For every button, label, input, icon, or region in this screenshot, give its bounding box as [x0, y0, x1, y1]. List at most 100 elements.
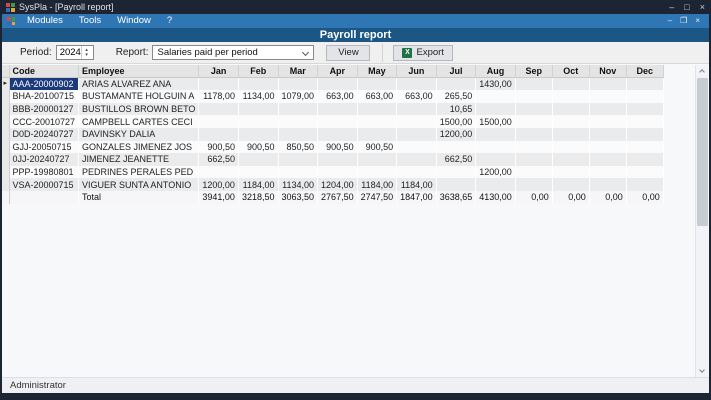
cell-code[interactable]: D0D-20240727 [9, 127, 80, 141]
row-selector[interactable] [2, 165, 10, 179]
cell-month-value[interactable] [552, 77, 590, 91]
column-header-jun[interactable]: Jun [396, 65, 437, 79]
minimize-icon[interactable]: – [669, 0, 674, 14]
export-button[interactable]: X Export [393, 44, 453, 61]
cell-month-value[interactable] [552, 90, 590, 103]
cell-month-value[interactable]: 1178,00 [198, 90, 239, 103]
cell-month-value[interactable]: 900,50 [238, 140, 279, 154]
cell-month-value[interactable] [589, 102, 627, 116]
cell-month-value[interactable] [278, 153, 319, 166]
child-window-icon[interactable] [7, 17, 15, 25]
cell-month-value[interactable]: 663,00 [396, 90, 437, 103]
cell-month-value[interactable] [515, 90, 553, 103]
column-header-oct[interactable]: Oct [552, 65, 590, 79]
cell-month-value[interactable]: 1200,00 [198, 178, 239, 191]
cell-month-value[interactable] [396, 115, 437, 128]
scroll-up-icon[interactable] [696, 65, 709, 77]
cell-month-value[interactable] [278, 102, 319, 116]
cell-month-value[interactable] [238, 115, 279, 128]
table-row[interactable]: CCC-20010727 CAMPBELL CARTES CECI 1500,00 1… [2, 115, 664, 128]
cell-month-value[interactable] [552, 165, 590, 179]
cell-month-value[interactable] [475, 90, 516, 103]
cell-employee[interactable]: CAMPBELL CARTES CECI [78, 115, 200, 128]
cell-month-value[interactable] [626, 153, 664, 166]
cell-code[interactable]: 0JJ-20240727 [9, 153, 80, 166]
cell-month-value[interactable] [317, 77, 358, 91]
close-icon[interactable]: × [700, 0, 705, 14]
cell-month-value[interactable] [317, 165, 358, 179]
cell-month-value[interactable]: 1184,00 [396, 178, 437, 191]
cell-month-value[interactable]: 662,50 [436, 153, 477, 166]
column-header-dec[interactable]: Dec [626, 65, 664, 79]
cell-month-value[interactable] [396, 102, 437, 116]
cell-month-value[interactable]: 1079,00 [278, 90, 319, 103]
cell-month-value[interactable] [626, 102, 664, 116]
cell-month-value[interactable] [198, 102, 239, 116]
cell-month-value[interactable] [278, 127, 319, 141]
table-row[interactable]: 0JJ-20240727 JIMENEZ JEANETTE 662,50 662,50 [2, 153, 664, 166]
row-selector[interactable] [2, 90, 10, 103]
cell-month-value[interactable] [436, 165, 477, 179]
cell-month-value[interactable] [317, 115, 358, 128]
cell-month-value[interactable]: 663,00 [357, 90, 398, 103]
cell-month-value[interactable] [626, 165, 664, 179]
menu-modules[interactable]: Modules [19, 14, 71, 28]
cell-month-value[interactable] [436, 178, 477, 191]
period-stepper[interactable]: ▴▾ [55, 45, 94, 60]
cell-month-value[interactable] [278, 165, 319, 179]
cell-month-value[interactable] [626, 77, 664, 91]
row-selector[interactable] [2, 153, 10, 166]
cell-month-value[interactable]: 1200,00 [475, 165, 516, 179]
column-header-nov[interactable]: Nov [589, 65, 627, 79]
cell-month-value[interactable] [515, 102, 553, 116]
cell-month-value[interactable]: 1200,00 [436, 127, 477, 141]
cell-month-value[interactable] [436, 140, 477, 154]
spinner-arrows-icon[interactable]: ▴ ▾ [80, 46, 92, 59]
cell-month-value[interactable] [552, 115, 590, 128]
cell-month-value[interactable] [317, 153, 358, 166]
cell-employee[interactable]: VIGUER SUNTA ANTONIO [78, 178, 200, 191]
cell-month-value[interactable] [552, 127, 590, 141]
row-selector[interactable]: ▸ [2, 77, 10, 91]
cell-month-value[interactable] [238, 102, 279, 116]
cell-month-value[interactable] [515, 115, 553, 128]
table-row[interactable]: PPP-19980801 PEDRINES PERALES PED 1200,00 [2, 165, 664, 179]
cell-month-value[interactable]: 1500,00 [436, 115, 477, 128]
column-header-may[interactable]: May [357, 65, 398, 79]
cell-month-value[interactable] [552, 153, 590, 166]
cell-month-value[interactable] [396, 127, 437, 141]
cell-month-value[interactable] [475, 153, 516, 166]
cell-month-value[interactable] [475, 102, 516, 116]
cell-month-value[interactable] [552, 178, 590, 191]
menu-tools[interactable]: Tools [71, 14, 109, 28]
cell-month-value[interactable]: 850,50 [278, 140, 319, 154]
cell-month-value[interactable] [626, 127, 664, 141]
cell-employee[interactable]: BUSTILLOS BROWN BETO [78, 102, 200, 116]
cell-month-value[interactable]: 1184,00 [357, 178, 398, 191]
cell-month-value[interactable] [626, 90, 664, 103]
row-selector[interactable] [2, 102, 10, 116]
cell-month-value[interactable] [515, 165, 553, 179]
cell-month-value[interactable] [515, 140, 553, 154]
child-minimize-icon[interactable]: – [668, 14, 672, 28]
table-row[interactable]: BHA-20100715 BUSTAMANTE HOLGUIN A 1178,00 1… [2, 90, 664, 103]
cell-month-value[interactable]: 1430,00 [475, 77, 516, 91]
cell-month-value[interactable] [198, 127, 239, 141]
vertical-scrollbar[interactable] [695, 65, 708, 377]
cell-code[interactable]: BBB-20000127 [9, 102, 80, 116]
cell-code[interactable]: VSA-20000715 [9, 178, 80, 191]
cell-month-value[interactable] [238, 153, 279, 166]
cell-month-value[interactable] [515, 178, 553, 191]
column-header-jul[interactable]: Jul [436, 65, 477, 79]
cell-month-value[interactable]: 1500,00 [475, 115, 516, 128]
cell-month-value[interactable]: 663,00 [317, 90, 358, 103]
cell-month-value[interactable]: 265,50 [436, 90, 477, 103]
cell-month-value[interactable] [589, 178, 627, 191]
cell-month-value[interactable] [396, 77, 437, 91]
cell-month-value[interactable] [589, 127, 627, 141]
cell-employee[interactable]: BUSTAMANTE HOLGUIN A [78, 90, 200, 103]
cell-month-value[interactable] [589, 90, 627, 103]
column-header-employee[interactable]: Employee [78, 65, 200, 79]
column-header-mar[interactable]: Mar [278, 65, 319, 79]
cell-month-value[interactable] [396, 153, 437, 166]
